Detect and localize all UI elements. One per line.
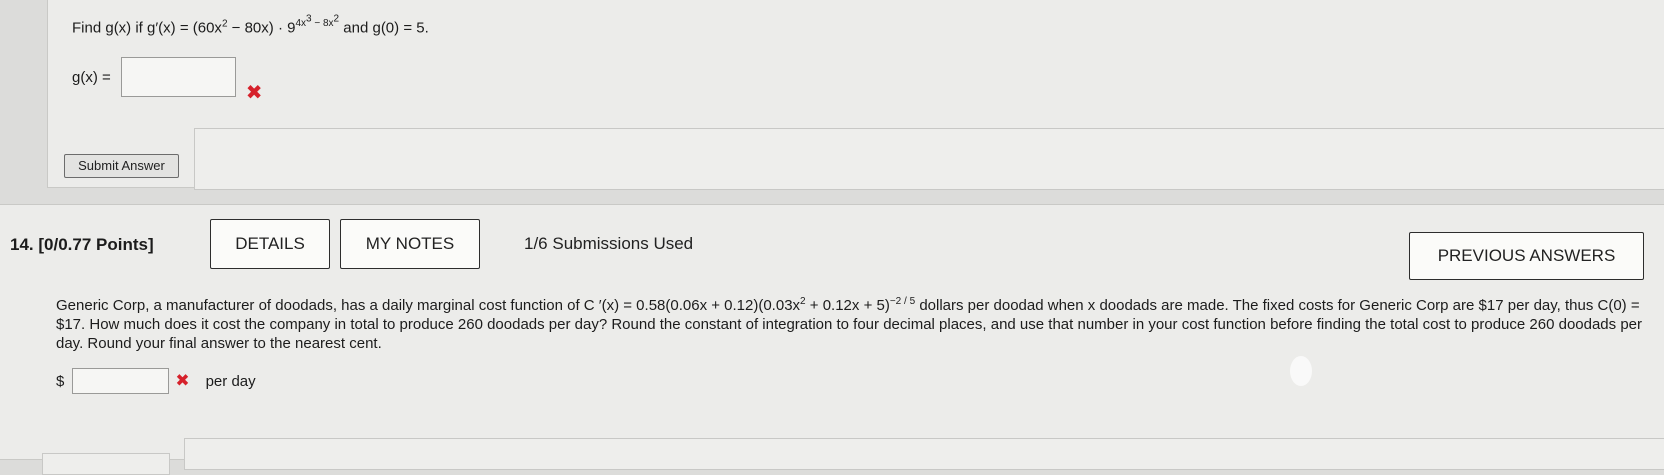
gx-answer-row: g(x) = ✖ [72,50,263,104]
incorrect-x-icon: ✖ [245,80,263,104]
exponent-group: 4x3 − 8x2 [295,14,339,30]
gx-answer-input[interactable] [120,57,236,97]
answer-panel-outline [194,128,1664,190]
prompt-text: Find g(x) if g′(x) = (60x [72,19,222,37]
dollar-sign: $ [56,372,65,390]
question-points: [0/0.77 Points] [38,235,154,254]
screen-glare [1290,356,1312,386]
gx-label: g(x) = [72,68,111,86]
exponent: −2 / 5 [889,296,916,307]
previous-answers-button[interactable]: PREVIOUS ANSWERS [1409,232,1644,280]
next-submit-button-outline [42,453,170,475]
my-notes-button[interactable]: MY NOTES [340,219,480,269]
submit-answer-button[interactable]: Submit Answer [64,154,179,178]
question-14-header: 14. [0/0.77 Points] [10,235,154,255]
question-14-problem: Generic Corp, a manufacturer of doodads,… [56,292,1646,353]
submissions-used: 1/6 Submissions Used [524,234,694,253]
prompt-text: − 80x) · 9 [227,19,296,37]
problem-text: Generic Corp, a manufacturer of doodads,… [56,297,801,314]
prompt-text: and g(0) = 5. [339,19,429,37]
exponent: − 8x [311,18,334,30]
question-13-prompt: Find g(x) if g′(x) = (60x2 − 80x) · 94x3… [72,14,429,36]
problem-text: + 0.12x + 5) [805,297,890,314]
incorrect-x-icon: ✖ [175,371,190,391]
cost-answer-input[interactable] [72,368,170,394]
question-number: 14. [10,235,34,254]
exponent: 4x [295,18,307,30]
cost-answer-row: $ ✖ per day [56,368,256,394]
details-button[interactable]: DETAILS [210,219,330,269]
answer-panel-outline [184,438,1664,470]
per-day-label: per day [205,372,256,390]
